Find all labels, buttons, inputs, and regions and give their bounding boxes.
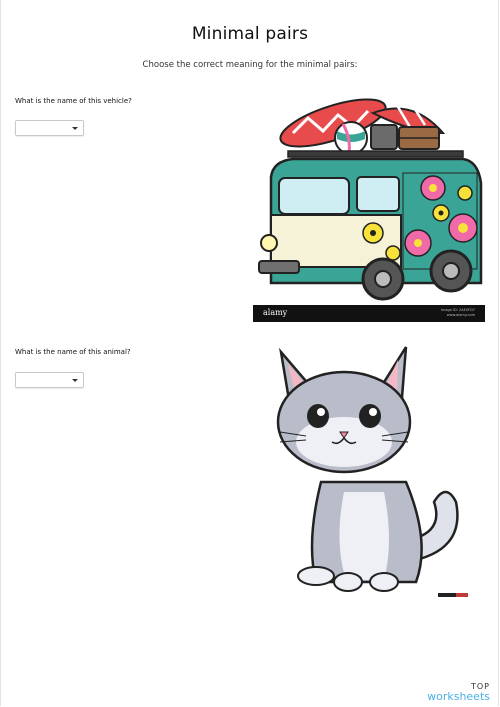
- question-1-text: What is the name of this vehicle?: [15, 97, 132, 105]
- chevron-down-icon: [72, 379, 78, 382]
- brand-line-2: worksheets: [427, 690, 490, 703]
- roof-rack: [287, 150, 464, 158]
- cat-image: [266, 342, 470, 600]
- instructions: Choose the correct meaning for the minim…: [142, 60, 358, 70]
- beach-ball: [334, 121, 368, 155]
- cat-illustration: [276, 346, 459, 592]
- luggage: [370, 124, 440, 150]
- watermark-bar: alamy Image ID: 2AE0FD7 www.alamy.com: [253, 305, 485, 322]
- topworksheets-logo[interactable]: TOP worksheets: [427, 682, 490, 702]
- question-1-dropdown[interactable]: [15, 120, 84, 136]
- image-id-text: Image ID: 2AE0FD7 www.alamy.com: [441, 308, 475, 318]
- hippie-van-illustration: [258, 98, 483, 301]
- question-2-dropdown[interactable]: [15, 372, 84, 388]
- image-credit-tag: [438, 593, 468, 597]
- page-title: Minimal pairs: [191, 24, 309, 44]
- cat-head: [276, 346, 412, 474]
- alamy-logo: alamy: [263, 308, 288, 317]
- van-image: alamy Image ID: 2AE0FD7 www.alamy.com: [253, 93, 485, 322]
- image-site: www.alamy.com: [446, 313, 475, 317]
- cat-chest: [339, 492, 389, 580]
- question-2-text: What is the name of this animal?: [15, 348, 131, 356]
- chevron-down-icon: [72, 127, 78, 130]
